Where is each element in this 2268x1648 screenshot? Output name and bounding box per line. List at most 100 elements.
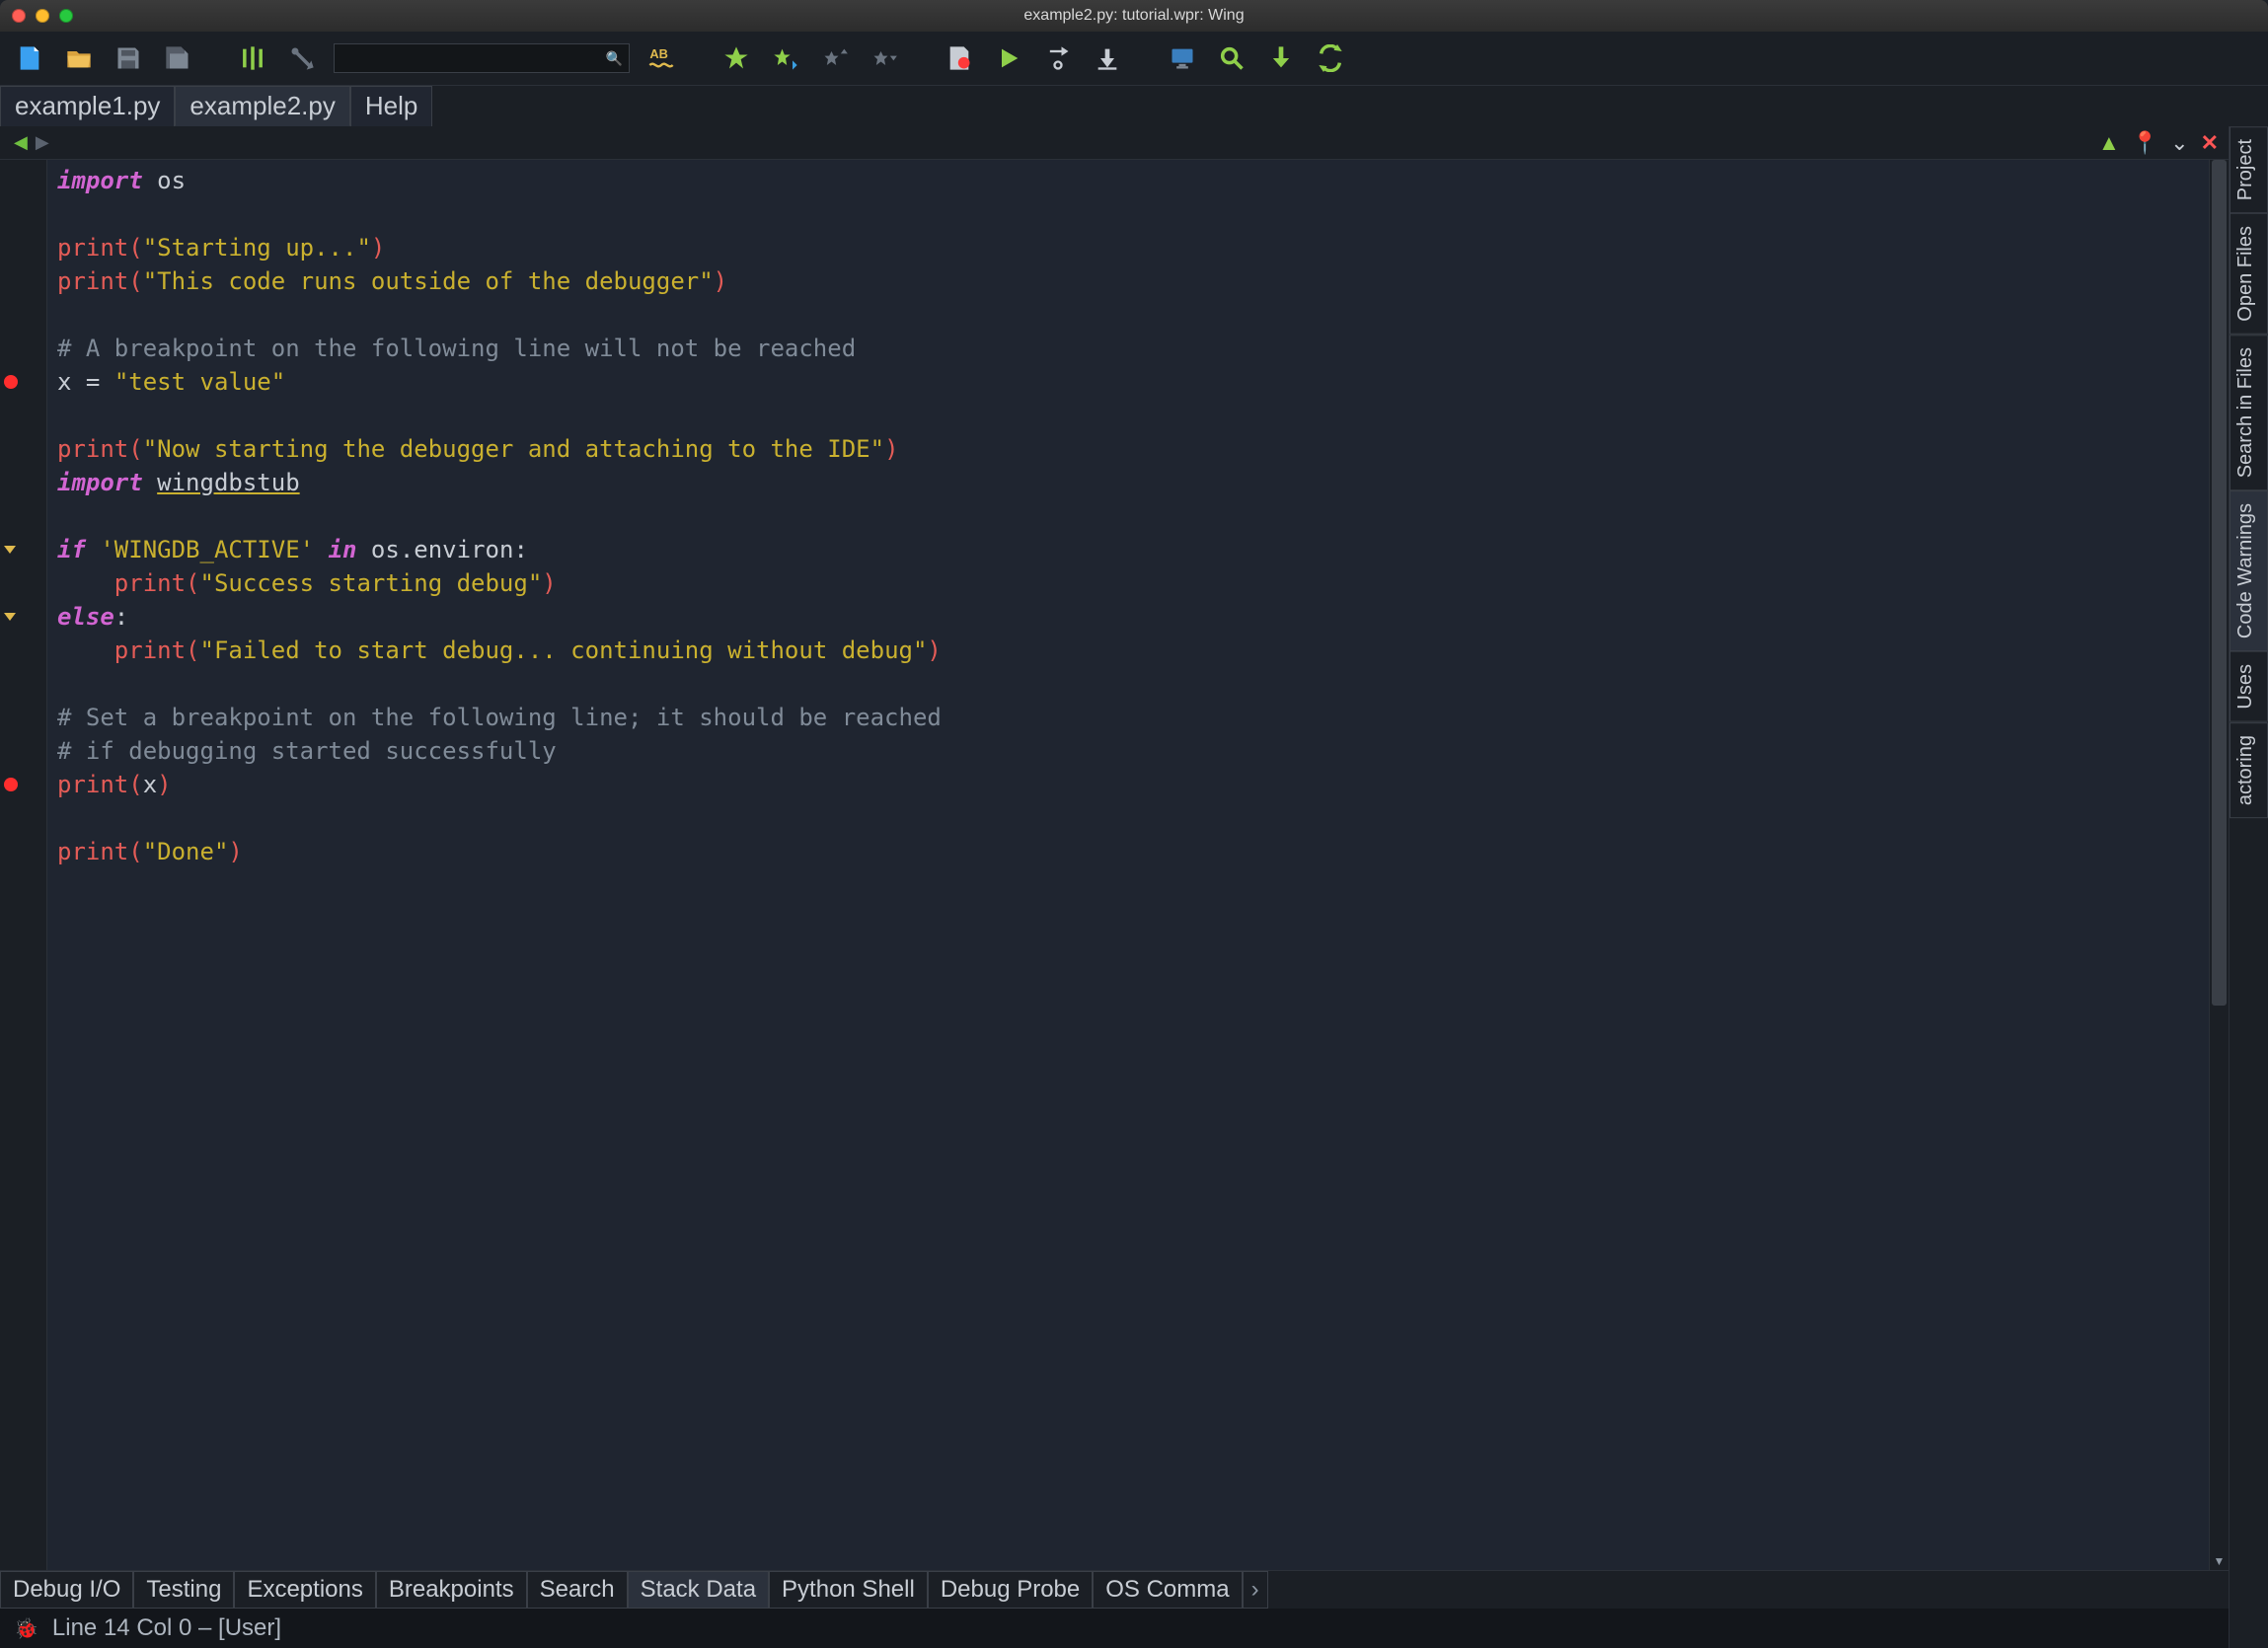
right-tab-Search-in-Files[interactable]: Search in Files xyxy=(2230,335,2268,490)
gutter-row[interactable] xyxy=(0,164,46,197)
code-line[interactable] xyxy=(57,399,2209,432)
code-line[interactable]: # if debugging started successfully xyxy=(57,734,2209,768)
pin-icon[interactable]: 📍 xyxy=(2132,130,2158,156)
code-line[interactable]: print("Done") xyxy=(57,835,2209,868)
nav-back-icon[interactable]: ◀ xyxy=(10,132,32,153)
gutter-row[interactable] xyxy=(0,298,46,332)
editor[interactable]: import os print("Starting up...")print("T… xyxy=(0,160,2229,1570)
scroll-thumb[interactable] xyxy=(2212,160,2227,1006)
run-icon[interactable] xyxy=(991,40,1026,76)
toolbar-search-input[interactable]: 🔍 xyxy=(334,43,630,73)
chevron-down-icon[interactable]: ⌄ xyxy=(2170,130,2188,156)
file-tab-example1-py[interactable]: example1.py xyxy=(0,86,175,126)
code-line[interactable]: import os xyxy=(57,164,2209,197)
gutter-row[interactable] xyxy=(0,566,46,600)
gutter-row[interactable] xyxy=(0,197,46,231)
right-tab-actoring[interactable]: actoring xyxy=(2230,722,2268,818)
right-tab-Project[interactable]: Project xyxy=(2230,126,2268,213)
bottom-tab-Search[interactable]: Search xyxy=(527,1571,628,1609)
code-line[interactable]: else: xyxy=(57,600,2209,634)
code-area[interactable]: import os print("Starting up...")print("T… xyxy=(47,160,2209,1570)
monitor-icon[interactable] xyxy=(1165,40,1200,76)
code-line[interactable]: if 'WINGDB_ACTIVE' in os.environ: xyxy=(57,533,2209,566)
gutter-row[interactable] xyxy=(0,835,46,868)
code-line[interactable] xyxy=(57,667,2209,701)
gutter-row[interactable] xyxy=(0,231,46,264)
goto-icon[interactable] xyxy=(284,40,320,76)
step-into-icon[interactable] xyxy=(1090,40,1125,76)
bookmark-prev-icon[interactable] xyxy=(817,40,853,76)
bottom-tab-Breakpoints[interactable]: Breakpoints xyxy=(376,1571,527,1609)
code-line[interactable]: x = "test value" xyxy=(57,365,2209,399)
code-line[interactable] xyxy=(57,499,2209,533)
gutter-row[interactable] xyxy=(0,533,46,566)
gutter-row[interactable] xyxy=(0,399,46,432)
fold-triangle-icon[interactable] xyxy=(4,613,16,621)
fold-triangle-icon[interactable] xyxy=(4,546,16,554)
vertical-scrollbar[interactable]: ▲ ▼ xyxy=(2209,160,2229,1570)
indent-icon[interactable] xyxy=(235,40,270,76)
code-line[interactable]: # Set a breakpoint on the following line… xyxy=(57,701,2209,734)
step-over-icon[interactable] xyxy=(1040,40,1076,76)
bug-icon[interactable]: 🐞 xyxy=(14,1616,38,1641)
close-editor-icon[interactable]: ✕ xyxy=(2201,130,2219,156)
code-line[interactable]: print("Success starting debug") xyxy=(57,566,2209,600)
right-tab-Uses[interactable]: Uses xyxy=(2230,651,2268,722)
gutter-row[interactable] xyxy=(0,264,46,298)
bottom-tabs-more-icon[interactable]: › xyxy=(1243,1571,1268,1609)
gutter-row[interactable] xyxy=(0,600,46,634)
breakpoint-dot-icon[interactable] xyxy=(4,778,18,791)
bookmark-star-arrow-icon[interactable] xyxy=(768,40,803,76)
gutter-row[interactable] xyxy=(0,466,46,499)
file-tab-example2-py[interactable]: example2.py xyxy=(175,86,349,126)
code-line[interactable] xyxy=(57,197,2209,231)
code-line[interactable]: print("Now starting the debugger and att… xyxy=(57,432,2209,466)
code-line[interactable] xyxy=(57,868,2209,902)
gutter-row[interactable] xyxy=(0,332,46,365)
save-icon[interactable] xyxy=(111,40,146,76)
gutter-row[interactable] xyxy=(0,634,46,667)
code-line[interactable]: print("This code runs outside of the deb… xyxy=(57,264,2209,298)
breakpoint-dot-icon[interactable] xyxy=(4,375,18,389)
code-line[interactable] xyxy=(57,801,2209,835)
gutter-row[interactable] xyxy=(0,667,46,701)
code-line[interactable]: print("Starting up...") xyxy=(57,231,2209,264)
search-green-icon[interactable] xyxy=(1214,40,1249,76)
bookmark-next-icon[interactable] xyxy=(867,40,902,76)
bottom-tab-Debug-I-O[interactable]: Debug I/O xyxy=(0,1571,133,1609)
code-line[interactable] xyxy=(57,298,2209,332)
code-line[interactable]: # A breakpoint on the following line wil… xyxy=(57,332,2209,365)
code-line[interactable] xyxy=(57,902,2209,936)
gutter-row[interactable] xyxy=(0,768,46,801)
spellcheck-icon[interactable]: AB xyxy=(643,40,679,76)
bookmark-star-icon[interactable] xyxy=(718,40,754,76)
nav-forward-icon[interactable]: ▶ xyxy=(32,132,53,153)
scroll-down-icon[interactable]: ▼ xyxy=(2210,1554,2229,1568)
gutter-row[interactable] xyxy=(0,868,46,902)
file-tab-Help[interactable]: Help xyxy=(350,86,432,126)
gutter-row[interactable] xyxy=(0,902,46,936)
bottom-tab-Exceptions[interactable]: Exceptions xyxy=(234,1571,375,1609)
gutter-row[interactable] xyxy=(0,499,46,533)
gutter-row[interactable] xyxy=(0,701,46,734)
bottom-tab-Testing[interactable]: Testing xyxy=(133,1571,234,1609)
gutter-row[interactable] xyxy=(0,734,46,768)
right-tab-Open-Files[interactable]: Open Files xyxy=(2230,213,2268,335)
code-line[interactable]: print("Failed to start debug... continui… xyxy=(57,634,2209,667)
bottom-tab-Debug-Probe[interactable]: Debug Probe xyxy=(928,1571,1093,1609)
bottom-tab-Stack-Data[interactable]: Stack Data xyxy=(628,1571,769,1609)
code-line[interactable]: import wingdbstub xyxy=(57,466,2209,499)
new-file-icon[interactable] xyxy=(12,40,47,76)
save-all-icon[interactable] xyxy=(160,40,195,76)
gutter-row[interactable] xyxy=(0,432,46,466)
gutter-row[interactable] xyxy=(0,365,46,399)
download-icon[interactable] xyxy=(1263,40,1299,76)
right-tab-Code-Warnings[interactable]: Code Warnings xyxy=(2230,490,2268,651)
open-file-icon[interactable] xyxy=(61,40,97,76)
gutter[interactable] xyxy=(0,160,47,1570)
gutter-row[interactable] xyxy=(0,801,46,835)
warning-icon[interactable]: ▲ xyxy=(2098,130,2120,156)
code-line[interactable]: print(x) xyxy=(57,768,2209,801)
bottom-tab-Python-Shell[interactable]: Python Shell xyxy=(769,1571,928,1609)
breakpoint-icon[interactable] xyxy=(942,40,977,76)
